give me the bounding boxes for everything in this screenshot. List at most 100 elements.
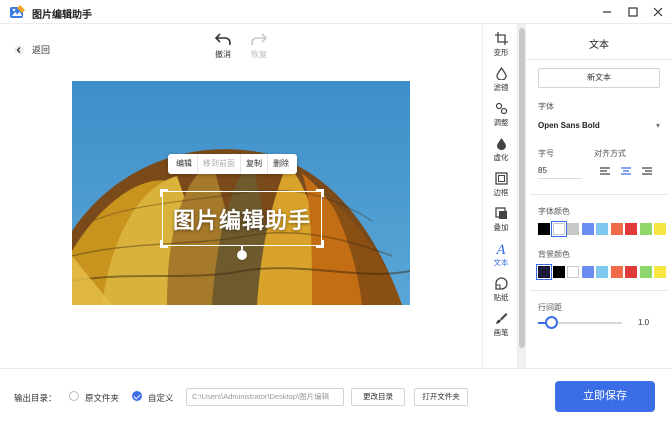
align-center-button[interactable] <box>619 165 633 177</box>
original-folder-label[interactable]: 原文件夹 <box>85 392 119 404</box>
ctx-copy[interactable]: 复制 <box>241 154 268 174</box>
brush-icon <box>495 313 507 324</box>
align-right-button[interactable] <box>640 165 654 177</box>
tool-sidebar: 变形 滤镜 调整 虚化 边框 叠加 A 文本 贴纸 画笔 <box>482 24 518 368</box>
ctx-delete[interactable]: 删除 <box>268 154 294 174</box>
line-spacing-value: 1.0 <box>638 318 650 327</box>
color-swatch[interactable] <box>610 266 623 278</box>
tool-overlay[interactable]: 叠加 <box>483 203 519 237</box>
tool-adjust[interactable]: 调整 <box>483 98 519 132</box>
overlay-text[interactable]: 图片编辑助手 <box>163 192 321 245</box>
align-center-icon <box>621 167 631 175</box>
tool-label: 虚化 <box>493 153 509 162</box>
sticker-icon <box>494 277 508 290</box>
redo-button[interactable]: 恢复 <box>244 32 274 64</box>
radio-custom-folder[interactable] <box>132 391 142 401</box>
align-right-icon <box>642 167 652 175</box>
ctx-bring-front[interactable]: 移到前面 <box>198 154 241 174</box>
overlay-icon <box>494 207 507 219</box>
bg-color-label: 背景颜色 <box>538 250 570 259</box>
color-swatch[interactable] <box>552 266 565 278</box>
tool-label: 贴纸 <box>493 293 509 302</box>
divider <box>526 59 672 60</box>
title-bar: 图片编辑助手 <box>0 0 672 24</box>
change-dir-button[interactable]: 更改目录 <box>351 388 405 406</box>
ctx-edit[interactable]: 编辑 <box>171 154 198 174</box>
frame-icon <box>494 172 508 185</box>
output-bar: 输出目录： 原文件夹 自定义 C:\Users\Administrator\De… <box>0 368 672 421</box>
text-selection-box[interactable]: 图片编辑助手 <box>160 189 324 248</box>
color-swatch[interactable] <box>654 223 666 235</box>
color-swatch[interactable] <box>596 223 608 235</box>
output-dir-label: 输出目录： <box>14 393 57 403</box>
color-swatch[interactable] <box>625 223 637 235</box>
minimize-icon <box>603 11 611 13</box>
undo-button[interactable]: 撤消 <box>208 32 238 64</box>
tool-sticker[interactable]: 贴纸 <box>483 273 519 307</box>
color-swatch[interactable] <box>538 223 550 235</box>
tool-transform[interactable]: 变形 <box>483 28 519 62</box>
app-logo-icon <box>10 5 25 18</box>
radio-original-folder[interactable] <box>69 391 79 401</box>
color-swatch[interactable] <box>581 223 594 235</box>
tool-blur[interactable]: 虚化 <box>483 133 519 167</box>
output-path-input[interactable]: C:\Users\Administrator\Desktop\图片编辑 <box>186 388 344 406</box>
custom-folder-label[interactable]: 自定义 <box>148 392 174 404</box>
font-label: 字体 <box>538 102 554 111</box>
color-swatch[interactable] <box>610 223 623 235</box>
close-button[interactable] <box>649 3 667 21</box>
save-now-button[interactable]: 立即保存 <box>555 381 655 412</box>
line-spacing-label: 行间距 <box>538 303 562 312</box>
scrollbar-thumb[interactable] <box>519 28 525 348</box>
undo-icon <box>215 33 231 45</box>
font-size-input[interactable]: 85 <box>538 163 582 179</box>
tool-filter[interactable]: 滤镜 <box>483 63 519 97</box>
chevron-left-icon <box>14 44 24 55</box>
color-swatch[interactable] <box>581 266 594 278</box>
redo-icon <box>251 33 267 45</box>
color-swatch[interactable] <box>567 223 579 235</box>
align-left-button[interactable] <box>598 165 612 177</box>
tool-label: 文本 <box>493 258 509 267</box>
tool-text[interactable]: A 文本 <box>483 238 519 272</box>
back-button[interactable]: 返回 <box>14 43 50 56</box>
tool-label: 画笔 <box>493 328 509 337</box>
align-label: 对齐方式 <box>594 149 626 158</box>
font-select[interactable]: Open Sans Bold ▾ <box>538 118 660 134</box>
text-icon: A <box>495 243 505 255</box>
tool-label: 变形 <box>493 48 509 57</box>
color-swatch[interactable] <box>596 266 608 278</box>
maximize-button[interactable] <box>624 3 642 21</box>
minimize-button[interactable] <box>598 3 616 21</box>
app-title: 图片编辑助手 <box>32 10 92 21</box>
redo-label: 恢复 <box>251 50 267 59</box>
adjust-icon <box>495 102 507 115</box>
tool-label: 滤镜 <box>493 83 509 92</box>
font-value: Open Sans Bold <box>538 121 600 130</box>
tool-label: 叠加 <box>493 223 509 232</box>
color-swatch[interactable] <box>550 221 567 237</box>
caret-down-icon: ▾ <box>655 121 660 130</box>
new-text-button[interactable]: 新文本 <box>538 68 660 88</box>
divider <box>530 290 668 291</box>
color-swatch[interactable] <box>639 223 652 235</box>
color-swatch[interactable] <box>536 264 552 280</box>
divider <box>530 194 668 195</box>
size-label: 字号 <box>538 149 554 158</box>
svg-text:A: A <box>495 243 505 255</box>
color-swatch[interactable] <box>639 266 652 278</box>
panel-scrollbar[interactable] <box>518 24 526 368</box>
open-folder-button[interactable]: 打开文件夹 <box>414 388 468 406</box>
color-swatch[interactable] <box>567 266 579 278</box>
text-context-menu: 编辑 移到前面 复制 删除 <box>168 154 297 174</box>
text-properties-panel: 文本 新文本 字体 Open Sans Bold ▾ 字号 对齐方式 85 字体… <box>526 24 672 368</box>
tool-frame[interactable]: 边框 <box>483 168 519 202</box>
font-color-label: 字体颜色 <box>538 207 570 216</box>
rotate-handle[interactable] <box>237 250 247 260</box>
tool-brush[interactable]: 画笔 <box>483 308 519 342</box>
color-swatch[interactable] <box>654 266 666 278</box>
color-swatch[interactable] <box>625 266 637 278</box>
panel-title: 文本 <box>589 40 609 51</box>
line-spacing-thumb[interactable] <box>545 316 559 329</box>
blur-icon <box>496 138 506 150</box>
